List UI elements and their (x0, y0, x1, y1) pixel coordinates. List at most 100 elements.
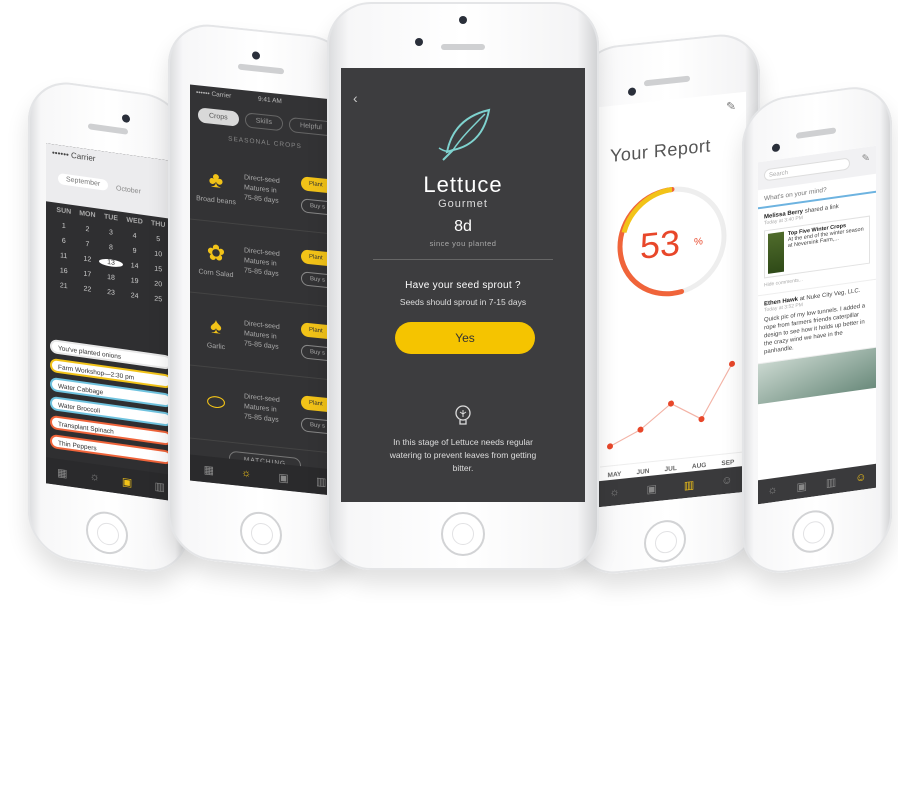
calendar-day[interactable]: 19 (123, 276, 147, 286)
calendar-grid: SUN MON TUE WED THU 1 2 3 4 5 6 7 8 9 10 11 12 13 14 15 16 17… (46, 201, 176, 309)
calendar-day[interactable]: 8 (99, 243, 123, 253)
days-caption: since you planted (429, 239, 497, 248)
data-point[interactable] (607, 443, 613, 450)
event-list: You've planted onions Farm Workshop—2:30 … (50, 334, 172, 470)
calendar-day[interactable]: 23 (99, 288, 123, 298)
calendar-icon[interactable]: ▣ (647, 482, 657, 496)
month-next[interactable]: October (116, 185, 141, 196)
month-selected[interactable]: September (58, 172, 109, 192)
people-icon[interactable]: ☺ (721, 474, 732, 487)
calendar-day[interactable]: 1 (52, 221, 76, 231)
edit-icon[interactable]: ✎ (862, 153, 870, 165)
calendar-day[interactable]: 14 (123, 261, 147, 271)
day-header: THU (151, 220, 166, 230)
speaker (88, 123, 128, 135)
camera (628, 87, 636, 97)
crop-row[interactable]: ⬭ Direct-seed Matures in 75-85 days Plant Buy… (190, 365, 340, 455)
crop-name: Corn Salad (198, 267, 234, 279)
calendar-day[interactable]: 21 (52, 281, 76, 291)
crop-list: ♣ Broad beans Direct-seed Matures in 75-85 d… (190, 146, 340, 455)
tip-text: In this stage of Lettuce needs regular w… (389, 437, 537, 473)
yes-button[interactable]: Yes (395, 322, 535, 354)
calendar-day[interactable]: 18 (99, 273, 123, 283)
data-point[interactable] (698, 416, 705, 423)
camera (772, 143, 780, 153)
front-camera (415, 38, 423, 46)
people-icon[interactable]: ☺ (855, 471, 866, 485)
calendar-day[interactable]: 10 (146, 249, 170, 259)
plant-name: Lettuce (423, 172, 503, 197)
edit-icon[interactable]: ✎ (726, 99, 736, 114)
card-thumbnail (768, 231, 784, 274)
calendar-screen: •••••• Carrier September October SUN MON T… (46, 143, 176, 502)
data-point[interactable] (637, 426, 644, 433)
chart-icon[interactable]: ▥ (826, 475, 836, 489)
tab-bar: ☼ ▣ ▥ ☺ (758, 463, 876, 505)
camera (459, 16, 467, 24)
crop-name (196, 417, 236, 421)
back-icon[interactable]: ‹ (353, 90, 358, 106)
day-header: SUN (56, 206, 72, 216)
tab-crops[interactable]: Crops (198, 107, 239, 127)
days-count: 8d (454, 218, 472, 235)
speaker (796, 127, 836, 139)
calendar-day[interactable]: 17 (76, 269, 100, 279)
calendar-day[interactable]: 7 (76, 239, 100, 249)
tab-skills[interactable]: Skills (244, 112, 284, 132)
speaker (238, 63, 284, 75)
feed-post: Melissa Berry shared a link Today at 3:4… (758, 192, 876, 297)
camera (252, 51, 260, 60)
bulb-icon[interactable]: ☼ (767, 484, 777, 497)
bulb-icon[interactable]: ☼ (90, 470, 100, 483)
crop-info: Direct-seed Matures in 75-85 days (244, 392, 301, 428)
speaker (441, 44, 485, 50)
calendar-day[interactable]: 25 (146, 294, 170, 304)
grid-icon[interactable]: ▦ (204, 462, 214, 476)
month-label: JUL (664, 464, 677, 474)
sprout-question: Have your seed sprout ? (405, 280, 521, 291)
calendar-day[interactable]: 6 (52, 236, 76, 246)
crop-icon: ♠ Garlic (196, 311, 236, 352)
calendar-day[interactable]: 12 (76, 254, 100, 264)
data-point[interactable] (668, 400, 674, 407)
bulb-icon[interactable]: ☼ (241, 467, 251, 480)
calendar-day[interactable]: 15 (146, 264, 170, 274)
status-carrier: •••••• Carrier (52, 148, 96, 164)
calendar-day[interactable]: 24 (123, 291, 147, 301)
crop-icon: ♣ Broad beans (196, 166, 236, 206)
bulb-icon[interactable]: ☼ (609, 486, 619, 499)
calendar-icon[interactable]: ▣ (797, 479, 807, 493)
calendar-day[interactable]: 22 (76, 284, 100, 294)
crop-name: Broad beans (196, 194, 236, 206)
lettuce-screen: ‹ Lettuce Gourmet 8d since you planted H… (341, 68, 585, 502)
calendar-day[interactable]: 9 (123, 246, 147, 256)
data-point[interactable] (729, 360, 735, 368)
calendar-day[interactable]: 16 (52, 266, 76, 276)
speaker (644, 75, 690, 87)
calendar-day[interactable]: 11 (52, 251, 76, 261)
grid-icon[interactable]: ▦ (57, 465, 67, 479)
calendar-day[interactable]: 13 (99, 257, 123, 269)
calendar-day[interactable]: 5 (146, 234, 170, 244)
progress-ring: 53 % (617, 186, 727, 297)
calendar-day[interactable]: 4 (123, 231, 147, 241)
crop-icon: ✿ Corn Salad (196, 238, 236, 279)
home-button[interactable] (441, 512, 485, 556)
chart-icon[interactable]: ▥ (316, 474, 326, 488)
calendar-icon[interactable]: ▣ (278, 470, 288, 484)
crop-name: Garlic (206, 341, 226, 351)
home-button[interactable] (240, 509, 282, 557)
calendar-day[interactable]: 2 (76, 224, 100, 234)
calendar-day[interactable]: 3 (99, 228, 123, 238)
chart-icon[interactable]: ▥ (155, 479, 165, 493)
home-button[interactable] (86, 508, 128, 557)
home-button[interactable] (644, 518, 686, 565)
feed-screen: Search ✎ What's on your mind? Melissa Be… (758, 145, 876, 505)
home-button[interactable] (792, 507, 834, 556)
search-input[interactable]: Search (764, 157, 850, 182)
calendar-icon[interactable]: ▣ (122, 474, 132, 488)
percent-symbol: % (694, 236, 703, 248)
calendar-day[interactable]: 20 (146, 279, 170, 289)
phone-calendar: •••••• Carrier September October SUN MON T… (28, 76, 188, 578)
chart-icon[interactable]: ▥ (684, 478, 694, 492)
